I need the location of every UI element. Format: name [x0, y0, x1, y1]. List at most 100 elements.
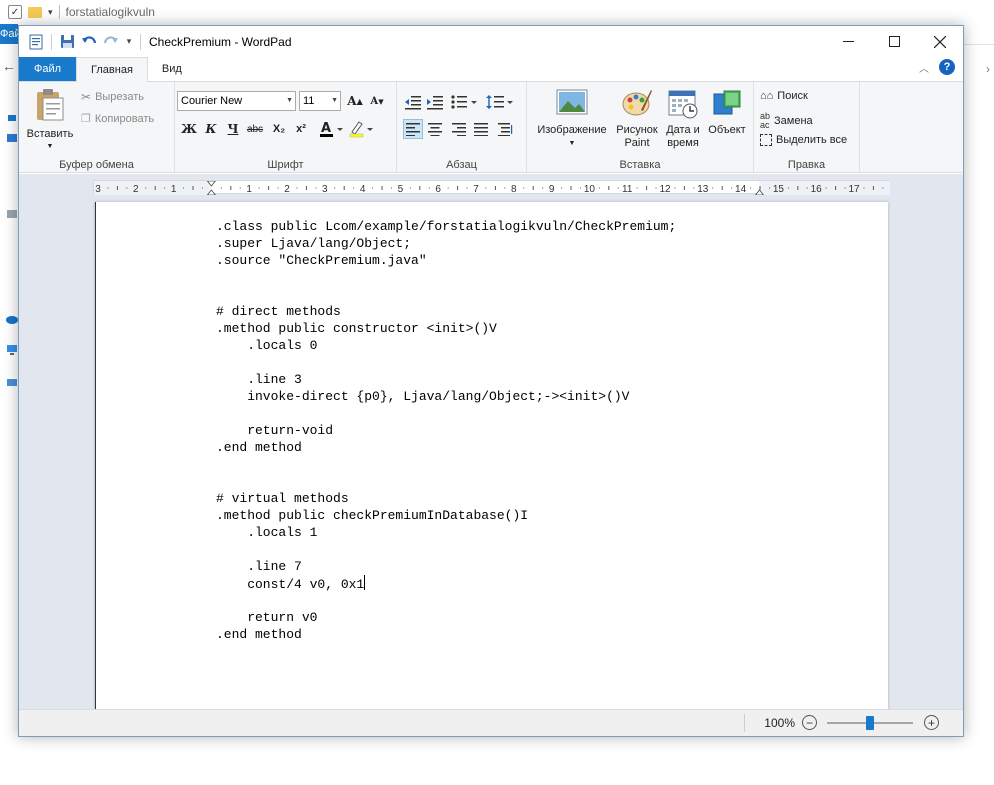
document-line[interactable] [216, 456, 676, 473]
explorer-file-tab[interactable]: Фай [0, 24, 18, 44]
zoom-in-button[interactable]: + [924, 715, 939, 730]
zoom-out-button[interactable]: − [802, 715, 817, 730]
document-line[interactable]: .source "CheckPremium.java" [216, 252, 676, 269]
italic-button[interactable]: К [201, 119, 221, 139]
quick-access-icon[interactable] [6, 132, 18, 144]
font-name-select[interactable]: Courier New ▼ [177, 91, 296, 111]
paint-label-2: Paint [624, 137, 650, 149]
text-color-icon: A [320, 121, 343, 137]
insert-picture-button[interactable]: Изображение ▼ [531, 86, 613, 152]
document-page[interactable]: .class public Lcom/example/forstatialogi… [95, 202, 888, 709]
document-line[interactable]: .end method [216, 626, 676, 643]
strikethrough-button[interactable]: abc [245, 119, 265, 139]
highlight-color-button[interactable] [347, 119, 375, 139]
ruler[interactable]: 3 2 1 1 2 3 4 5 6 7 8 9 10 11 12 13 14 15 16 17 [93, 180, 890, 195]
expand-arrow-icon[interactable]: › [986, 62, 990, 76]
copy-button[interactable]: ❐ Копировать [81, 112, 154, 126]
align-right-button[interactable] [449, 119, 469, 139]
ruler-tick [220, 187, 222, 189]
tab-view[interactable]: Вид [148, 57, 196, 81]
document-line[interactable]: .method public constructor <init>()V [216, 320, 676, 337]
text-color-button[interactable]: A [317, 119, 345, 139]
document-line[interactable]: invoke-direct {p0}, Ljava/lang/Object;->… [216, 388, 676, 405]
document-line[interactable]: const/4 v0, 0x1 [216, 575, 676, 592]
document-line[interactable] [216, 269, 676, 286]
align-center-button[interactable] [425, 119, 445, 139]
justify-button[interactable] [471, 119, 491, 139]
replace-button[interactable]: ab ac Замена [760, 112, 813, 130]
pin-icon[interactable] [6, 112, 18, 124]
qat-dropdown-icon[interactable]: ▾ [48, 7, 53, 18]
grow-font-button[interactable]: A ▲ [345, 91, 365, 111]
increase-indent-icon[interactable] [425, 92, 445, 112]
back-arrow-icon[interactable]: ← [2, 58, 16, 74]
align-left-button[interactable] [403, 119, 423, 139]
font-size-select[interactable]: 11 ▼ [299, 91, 341, 111]
document-line[interactable]: .line 7 [216, 558, 676, 575]
shrink-font-button[interactable]: A ▼ [367, 91, 387, 111]
document-line[interactable]: return-void [216, 422, 676, 439]
wordpad-app-icon[interactable] [25, 31, 47, 53]
document-line[interactable]: return v0 [216, 609, 676, 626]
document-area[interactable]: 3 2 1 1 2 3 4 5 6 7 8 9 10 11 12 13 14 15 16 17 .class publ… [19, 174, 963, 709]
properties-checkbox-icon[interactable]: ✓ [8, 5, 22, 19]
font-group: Courier New ▼ 11 ▼ A ▲ A ▼ Ж К Ч abc X₂ x²… [175, 82, 397, 173]
zoom-slider[interactable] [827, 716, 913, 730]
document-line[interactable]: .class public Lcom/example/forstatialogi… [216, 218, 676, 235]
ruler-tick [882, 187, 884, 189]
collapse-ribbon-icon[interactable]: ︿ [919, 60, 929, 75]
ruler-tick-label: 11 [622, 184, 633, 195]
cut-button[interactable]: ✂ Вырезать [81, 90, 144, 104]
paint-drawing-button[interactable]: Рисунок Paint [613, 86, 661, 152]
document-line[interactable] [216, 286, 676, 303]
this-pc-icon[interactable] [6, 344, 18, 356]
zoom-slider-thumb[interactable] [866, 716, 874, 730]
zoom-level[interactable]: 100% [764, 716, 795, 730]
insert-object-button[interactable]: Объект [705, 86, 749, 152]
document-line[interactable]: .method public checkPremiumInDatabase()I [216, 507, 676, 524]
help-icon[interactable]: ? [939, 59, 955, 75]
svg-text:A: A [321, 121, 331, 136]
redo-icon[interactable] [100, 31, 122, 53]
superscript-button[interactable]: x² [291, 119, 311, 139]
bullets-icon[interactable] [449, 92, 479, 112]
subscript-button[interactable]: X₂ [269, 119, 289, 139]
document-line[interactable] [216, 354, 676, 371]
line-spacing-icon[interactable] [485, 92, 515, 112]
document-line[interactable] [216, 473, 676, 490]
onedrive-icon[interactable] [6, 313, 18, 325]
paragraph-dialog-button[interactable] [495, 119, 515, 139]
ruler-tick [315, 187, 317, 189]
document-line[interactable]: # virtual methods [216, 490, 676, 507]
ruler-tick [419, 186, 421, 190]
document-line[interactable]: .super Ljava/lang/Object; [216, 235, 676, 252]
find-button[interactable]: ⌂⌂ Поиск [760, 90, 808, 102]
tab-home[interactable]: Главная [76, 57, 148, 82]
close-button[interactable] [917, 26, 963, 57]
undo-icon[interactable] [78, 31, 100, 53]
bold-button[interactable]: Ж [179, 119, 199, 139]
document-line[interactable] [216, 592, 676, 609]
document-line[interactable]: .end method [216, 439, 676, 456]
underline-button[interactable]: Ч [223, 119, 243, 139]
document-line[interactable]: # direct methods [216, 303, 676, 320]
insert-datetime-button[interactable]: Дата и время [661, 86, 705, 152]
select-all-button[interactable]: Выделить все [760, 134, 847, 146]
network-icon[interactable] [6, 376, 18, 388]
document-line[interactable]: .line 3 [216, 371, 676, 388]
ruler-tick [636, 187, 638, 189]
minimize-button[interactable] [825, 26, 871, 57]
save-icon[interactable] [56, 31, 78, 53]
maximize-button[interactable] [871, 26, 917, 57]
document-text[interactable]: .class public Lcom/example/forstatialogi… [216, 218, 676, 643]
nav-item-icon[interactable] [6, 208, 18, 220]
tab-file[interactable]: Файл [19, 57, 77, 81]
document-line[interactable]: .locals 0 [216, 337, 676, 354]
document-line[interactable] [216, 405, 676, 422]
paste-button[interactable]: Вставить ▼ [25, 86, 75, 152]
document-line[interactable] [216, 541, 676, 558]
customize-qat-icon[interactable]: ▾ [122, 31, 136, 53]
paste-dropdown-icon[interactable]: ▼ [23, 140, 77, 153]
document-line[interactable]: .locals 1 [216, 524, 676, 541]
decrease-indent-icon[interactable] [403, 92, 423, 112]
